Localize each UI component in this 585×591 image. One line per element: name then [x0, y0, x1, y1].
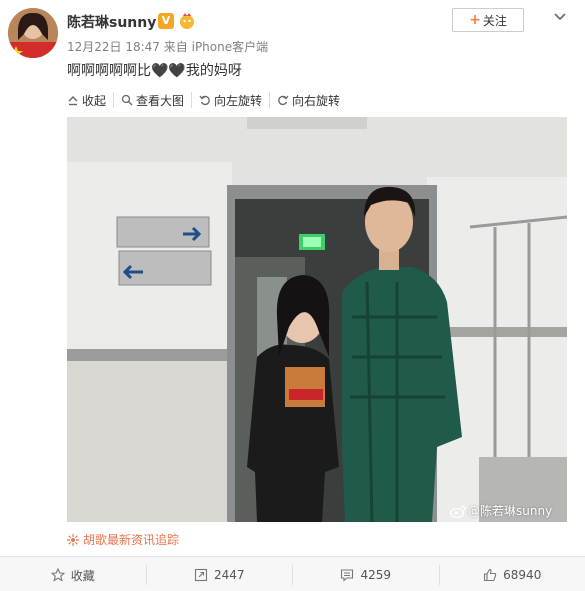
username[interactable]: 陈若琳sunny [67, 12, 156, 32]
repost-button[interactable]: 2447 [145, 565, 293, 585]
weibo-logo-icon [450, 504, 466, 518]
like-count: 68940 [503, 568, 542, 582]
topic-link-label: 胡歌最新资讯追踪 [83, 533, 180, 547]
rotate-right-button[interactable]: 向右旋转 [269, 92, 347, 108]
media-toolbar: 收起 查看大图 向左旋转 向右旋转 [67, 92, 347, 108]
watermark-text: @陈若琳sunny [468, 504, 553, 518]
rotate-left-icon [199, 95, 210, 106]
repost-icon [194, 568, 208, 582]
star-icon [50, 568, 65, 582]
view-large-button[interactable]: 查看大图 [113, 92, 191, 108]
view-large-label: 查看大图 [136, 93, 185, 108]
favorite-button[interactable]: 收藏 [0, 565, 146, 585]
follow-label: 关注 [482, 13, 507, 28]
comment-icon [341, 569, 354, 582]
source-prefix: 来自 [163, 40, 188, 54]
post-text: 啊啊啊啊啊比🖤🖤我的妈呀 [67, 63, 242, 79]
comment-button[interactable]: 4259 [292, 565, 439, 585]
topic-link[interactable]: 胡歌最新资讯追踪 [67, 531, 179, 548]
like-button[interactable]: 68940 [438, 565, 585, 585]
post-timestamp[interactable]: 12月22日 18:47 [67, 40, 160, 54]
plus-icon: + [469, 12, 481, 28]
sparkle-icon [67, 533, 79, 546]
rotate-left-label: 向左旋转 [214, 93, 263, 108]
post-photo[interactable] [67, 117, 567, 522]
collapse-label: 收起 [82, 93, 107, 108]
rotate-right-icon [278, 95, 289, 106]
action-bar: 收藏 2447 4259 68940 [0, 556, 585, 591]
follow-button[interactable]: + 关注 [452, 8, 524, 32]
repost-count: 2447 [213, 568, 245, 582]
rotate-left-button[interactable]: 向左旋转 [191, 92, 269, 108]
magnifier-icon [121, 94, 133, 106]
member-crown-icon [180, 13, 194, 29]
favorite-label: 收藏 [70, 568, 95, 583]
comment-count: 4259 [360, 568, 392, 582]
collapse-icon [68, 96, 78, 106]
post-meta: 12月22日 18:47 来自 iPhone客户端 [67, 38, 268, 55]
verified-badge-icon: V [158, 13, 174, 29]
rotate-right-label: 向右旋转 [292, 93, 341, 108]
thumbs-up-icon [484, 568, 497, 582]
post-source[interactable]: iPhone客户端 [192, 40, 269, 54]
collapse-button[interactable]: 收起 [67, 92, 113, 108]
avatar[interactable] [8, 8, 58, 58]
photo-watermark: @陈若琳sunny [450, 502, 552, 519]
chevron-down-icon[interactable] [552, 8, 568, 24]
